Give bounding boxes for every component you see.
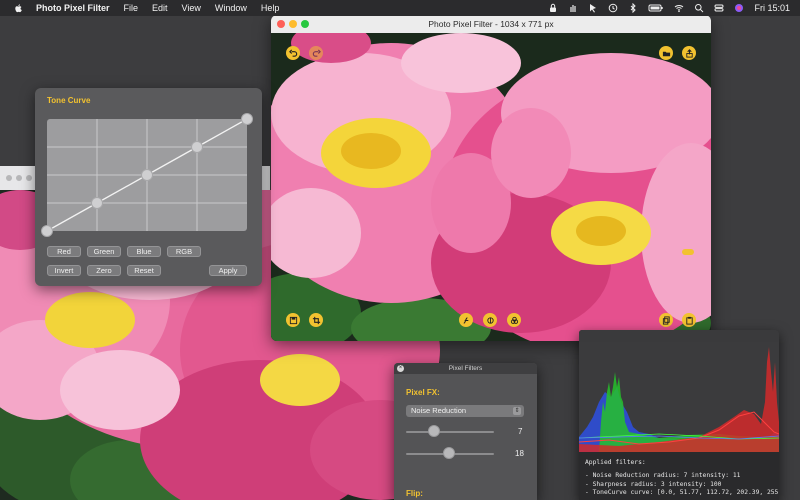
pixel-fx-selected: Noise Reduction (411, 406, 467, 415)
pixel-filters-title: Pixel Filters (448, 365, 483, 372)
zero-button[interactable]: Zero (87, 265, 121, 276)
photo-window-title: Photo Pixel Filter - 1034 x 771 px (428, 19, 554, 29)
crop-icon[interactable] (309, 313, 323, 327)
pixel-fx-label: Pixel FX: (406, 388, 440, 397)
photo-window: Photo Pixel Filter - 1034 x 771 px (271, 15, 711, 341)
menu-edit[interactable]: Edit (152, 3, 168, 13)
tone-curve-title: Tone Curve (47, 96, 91, 105)
radius-slider-knob[interactable] (428, 425, 440, 437)
adjust-icon[interactable] (483, 313, 497, 327)
siri-icon[interactable] (734, 3, 744, 13)
photo-window-titlebar: Photo Pixel Filter - 1034 x 771 px (271, 15, 711, 33)
pixel-filters-titlebar: × Pixel Filters (394, 363, 537, 374)
menu-view[interactable]: View (182, 3, 201, 13)
curve-point-4[interactable] (241, 113, 253, 125)
pixel-filters-panel: × Pixel Filters Pixel FX: Noise Reductio… (394, 363, 537, 500)
radius-slider-track[interactable] (406, 431, 494, 433)
radius-slider-value: 7 (518, 427, 523, 436)
intensity-slider-value: 18 (515, 449, 524, 458)
apple-icon[interactable] (12, 2, 24, 14)
wifi-icon[interactable] (674, 3, 684, 13)
histogram-window: Applied filters: - Noise Reduction radius… (579, 330, 779, 500)
tone-curve-graph[interactable] (41, 113, 253, 237)
applied-filter-line: - Sharpness radius: 3 intensity: 100 (585, 480, 722, 488)
histogram-titlebar (579, 330, 779, 342)
menu-bar: Photo Pixel Filter File Edit View Window… (0, 0, 800, 16)
intensity-slider-knob[interactable] (443, 447, 455, 459)
applied-filter-line: - Noise Reduction radius: 7 intensity: 1… (585, 471, 741, 479)
invert-button[interactable]: Invert (47, 265, 81, 276)
channel-blue-button[interactable]: Blue (127, 246, 161, 257)
applied-filters-title: Applied filters: (585, 459, 646, 466)
clock-history-icon[interactable] (608, 3, 618, 13)
save-icon[interactable] (286, 313, 300, 327)
curve-point-1[interactable] (91, 197, 103, 209)
menu-file[interactable]: File (124, 3, 139, 13)
control-center-icon[interactable] (714, 3, 724, 13)
channel-red-button[interactable]: Red (47, 246, 81, 257)
hand-icon[interactable] (568, 3, 578, 13)
curve-point-0[interactable] (41, 225, 53, 237)
menubar-clock[interactable]: Fri 15:01 (754, 3, 790, 13)
flip-label: Flip: (406, 489, 423, 498)
open-file-icon[interactable] (659, 46, 673, 60)
filter-fx-icon[interactable] (459, 313, 473, 327)
applied-filters-text: Applied filters: - Noise Reduction radius… (585, 459, 778, 498)
photo-canvas[interactable] (271, 33, 711, 341)
menu-window[interactable]: Window (215, 3, 247, 13)
undo-icon[interactable] (286, 46, 300, 60)
color-wheel-icon[interactable] (507, 313, 521, 327)
channel-green-button[interactable]: Green (87, 246, 121, 257)
menu-help[interactable]: Help (261, 3, 280, 13)
chevron-updown-icon: ⇕ (513, 407, 521, 415)
search-icon[interactable] (694, 3, 704, 13)
close-icon[interactable]: × (397, 365, 404, 372)
cursor-icon[interactable] (588, 3, 598, 13)
applied-filter-line: - ToneCurve curve: [0.0, 51.77, 112.72, … (585, 489, 779, 497)
apply-button[interactable]: Apply (209, 265, 247, 276)
redo-icon[interactable] (309, 46, 323, 60)
tone-curve-panel: Tone Curve Red Green Blue RGB Invert Zer… (35, 88, 262, 286)
pixel-fx-select[interactable]: Noise Reduction ⇕ (406, 405, 524, 417)
curve-point-3[interactable] (191, 141, 203, 153)
histogram-plot (579, 342, 779, 452)
curve-point-2[interactable] (141, 169, 153, 181)
drag-handle-icon[interactable] (682, 249, 694, 255)
lock-icon[interactable] (548, 3, 558, 13)
bluetooth-icon[interactable] (628, 3, 638, 13)
channel-rgb-button[interactable]: RGB (167, 246, 201, 257)
paste-icon[interactable] (682, 313, 696, 327)
share-icon[interactable] (682, 46, 696, 60)
app-name-menu[interactable]: Photo Pixel Filter (36, 3, 110, 13)
battery-icon[interactable] (648, 3, 664, 13)
reset-button[interactable]: Reset (127, 265, 161, 276)
copy-icon[interactable] (659, 313, 673, 327)
